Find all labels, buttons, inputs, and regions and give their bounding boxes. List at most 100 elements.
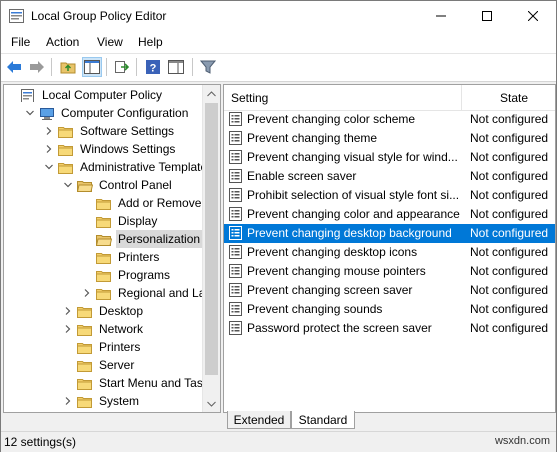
setting-row[interactable]: Prevent changing sounds Not configured bbox=[224, 300, 555, 319]
policy-setting-icon bbox=[229, 302, 242, 316]
menu-bar: File Action View Help bbox=[1, 31, 556, 54]
tree-item[interactable]: Local Computer Policy bbox=[6, 86, 164, 104]
column-divider[interactable] bbox=[461, 85, 462, 110]
setting-row[interactable]: Prevent changing visual style for wind..… bbox=[224, 148, 555, 167]
setting-state: Not configured bbox=[470, 264, 549, 278]
setting-row[interactable]: Prevent changing desktop background Not c… bbox=[224, 224, 555, 243]
tree-item[interactable]: Personalization bbox=[82, 230, 203, 248]
status-bar: 12 settings(s) wsxdn.com bbox=[1, 431, 556, 452]
setting-row[interactable]: Password protect the screen saver Not con… bbox=[224, 319, 555, 338]
console-tree-icon bbox=[84, 60, 100, 74]
tree-item[interactable]: Administrative Templates bbox=[44, 158, 215, 176]
menu-help[interactable]: Help bbox=[138, 35, 163, 49]
show-hide-action-pane-button[interactable] bbox=[166, 57, 186, 77]
setting-row[interactable]: Prevent changing desktop icons Not config… bbox=[224, 243, 555, 262]
column-header-state[interactable]: State bbox=[500, 91, 528, 105]
tree-item[interactable]: Display bbox=[82, 212, 159, 230]
tree-vertical-scrollbar[interactable] bbox=[202, 85, 220, 412]
maximize-button[interactable] bbox=[464, 1, 510, 31]
tree-item[interactable]: Control Panel bbox=[63, 176, 174, 194]
setting-state: Not configured bbox=[470, 321, 549, 335]
help-icon: ? bbox=[146, 60, 160, 75]
tree-item[interactable]: Computer Configuration bbox=[25, 104, 190, 122]
policy-setting-icon bbox=[229, 207, 242, 221]
tree-item[interactable]: Server bbox=[63, 356, 136, 374]
close-button[interactable] bbox=[510, 1, 556, 31]
computer-policy-icon bbox=[21, 88, 34, 102]
up-one-level-button[interactable] bbox=[58, 57, 78, 77]
chevron-down-icon[interactable] bbox=[25, 108, 35, 118]
folder-icon bbox=[77, 360, 92, 372]
export-list-button[interactable] bbox=[112, 57, 132, 77]
setting-row[interactable]: Prevent changing color scheme Not configu… bbox=[224, 110, 555, 129]
minimize-button[interactable] bbox=[418, 1, 464, 31]
chevron-right-icon[interactable] bbox=[82, 288, 92, 298]
chevron-right-icon[interactable] bbox=[44, 144, 54, 154]
tree-item[interactable]: Add or Remove Pr bbox=[82, 194, 219, 212]
chevron-down-icon[interactable] bbox=[44, 162, 54, 172]
chevron-right-icon[interactable] bbox=[63, 396, 73, 406]
setting-row[interactable]: Prevent changing theme Not configured bbox=[224, 129, 555, 148]
chevron-right-icon[interactable] bbox=[44, 126, 54, 136]
policy-setting-icon bbox=[229, 131, 242, 145]
setting-row[interactable]: Prevent changing screen saver Not configu… bbox=[224, 281, 555, 300]
back-button[interactable] bbox=[4, 57, 24, 77]
toolbar-separator bbox=[106, 58, 107, 76]
setting-name: Prevent changing color and appearance bbox=[247, 207, 460, 221]
folder-icon bbox=[96, 270, 111, 282]
setting-name: Prevent changing desktop background bbox=[247, 226, 461, 240]
tab-extended[interactable]: Extended bbox=[227, 411, 291, 429]
setting-state: Not configured bbox=[470, 169, 549, 183]
tree-item[interactable]: Windows Settings bbox=[44, 140, 177, 158]
setting-state: Not configured bbox=[470, 131, 549, 145]
setting-row[interactable]: Prevent changing mouse pointers Not confi… bbox=[224, 262, 555, 281]
tree-item[interactable]: Software Settings bbox=[44, 122, 176, 140]
tree-item[interactable]: Printers bbox=[63, 338, 142, 356]
chevron-right-icon[interactable] bbox=[63, 306, 73, 316]
console-tree[interactable]: System Start Menu and Taskb Server Printers… bbox=[3, 84, 221, 413]
status-text: 12 settings(s) bbox=[4, 435, 77, 449]
setting-state: Not configured bbox=[470, 112, 549, 126]
menu-action[interactable]: Action bbox=[46, 35, 79, 49]
folder-icon bbox=[96, 288, 111, 300]
filter-icon bbox=[200, 60, 216, 74]
forward-button[interactable] bbox=[27, 57, 47, 77]
tree-item[interactable]: Desktop bbox=[63, 302, 145, 320]
tree-item[interactable]: Programs bbox=[82, 266, 172, 284]
scroll-up-button[interactable] bbox=[203, 85, 220, 102]
folder-icon bbox=[58, 144, 73, 156]
tree-item-label: Printers bbox=[99, 340, 141, 354]
scrollbar-thumb[interactable] bbox=[205, 103, 218, 375]
setting-row[interactable]: Prohibit selection of visual style font … bbox=[224, 186, 555, 205]
scroll-down-button[interactable] bbox=[203, 395, 220, 412]
tree-item[interactable]: Regional and Lang bbox=[82, 284, 220, 302]
tree-item-label: Control Panel bbox=[99, 178, 172, 192]
tree-item[interactable]: System bbox=[63, 392, 141, 410]
tree-item-label: Desktop bbox=[99, 304, 144, 318]
tree-item[interactable]: Printers bbox=[82, 248, 161, 266]
filter-button[interactable] bbox=[198, 57, 218, 77]
setting-name: Prevent changing screen saver bbox=[247, 283, 413, 297]
help-button[interactable]: ? bbox=[143, 57, 163, 77]
menu-view[interactable]: View bbox=[97, 35, 123, 49]
export-icon bbox=[115, 61, 130, 73]
show-hide-console-tree-button[interactable] bbox=[82, 57, 102, 77]
tree-item-label: Administrative Templates bbox=[80, 160, 214, 174]
policy-setting-icon bbox=[229, 283, 242, 297]
tree-item[interactable]: Network bbox=[63, 320, 145, 338]
tab-standard[interactable]: Standard bbox=[291, 411, 355, 429]
setting-row[interactable]: Enable screen saver Not configured bbox=[224, 167, 555, 186]
tree-item-label: Personalization bbox=[116, 230, 203, 248]
settings-list[interactable]: Setting State Prevent changing color sch… bbox=[223, 84, 556, 413]
setting-name: Prevent changing sounds bbox=[247, 302, 383, 316]
tree-item[interactable]: Start Menu and Taskb bbox=[63, 374, 218, 392]
setting-row[interactable]: Prevent changing color and appearance Not… bbox=[224, 205, 555, 224]
tree-item-label: Printers bbox=[118, 250, 160, 264]
chevron-down-icon[interactable] bbox=[63, 180, 73, 190]
chevron-right-icon[interactable] bbox=[63, 324, 73, 334]
column-header-setting[interactable]: Setting bbox=[231, 91, 268, 105]
maximize-icon bbox=[482, 11, 492, 21]
setting-name: Prevent changing color scheme bbox=[247, 112, 416, 126]
view-tabs: Extended Standard bbox=[223, 411, 556, 431]
menu-file[interactable]: File bbox=[11, 35, 30, 49]
